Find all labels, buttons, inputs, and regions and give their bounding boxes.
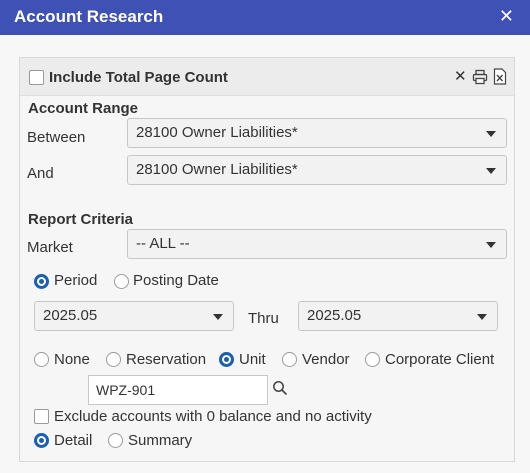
panel-header: Include Total Page Count ✕ [20, 58, 514, 96]
exclude-zero-balance-label: Exclude accounts with 0 balance and no a… [54, 408, 372, 425]
summary-label: Summary [128, 432, 193, 449]
unit-search-input[interactable] [88, 375, 268, 405]
and-label: And [27, 165, 54, 182]
filter-unit-radio[interactable] [219, 352, 234, 367]
period-thru-select[interactable]: 2025.05 [298, 301, 498, 331]
filter-unit-label: Unit [239, 351, 266, 368]
period-label: Period [54, 272, 98, 289]
thru-label: Thru [248, 310, 279, 327]
chevron-down-icon [477, 314, 487, 320]
search-icon[interactable] [272, 380, 288, 401]
clear-icon[interactable]: ✕ [454, 67, 467, 85]
period-from-value: 2025.05 [43, 307, 98, 324]
market-label: Market [27, 239, 73, 256]
and-account-select[interactable]: 28100 Owner Liabilities* [127, 155, 507, 185]
filter-vendor-radio[interactable] [282, 352, 297, 367]
posting-date-radio[interactable] [114, 274, 129, 289]
market-value: -- ALL -- [136, 235, 190, 252]
include-total-page-count-label: Include Total Page Count [49, 69, 228, 86]
filter-vendor-label: Vendor [302, 351, 350, 368]
chevron-down-icon [486, 168, 496, 174]
include-total-page-count-checkbox[interactable] [29, 70, 44, 85]
filter-reservation-radio[interactable] [106, 352, 121, 367]
summary-radio[interactable] [108, 433, 123, 448]
filter-reservation-label: Reservation [126, 351, 207, 368]
exclude-zero-balance-checkbox[interactable] [34, 409, 49, 424]
filter-none-label: None [54, 351, 90, 368]
filter-none-radio[interactable] [34, 352, 49, 367]
period-thru-value: 2025.05 [307, 307, 362, 324]
and-account-value: 28100 Owner Liabilities* [136, 161, 298, 178]
title-bar: Account Research ✕ [0, 0, 530, 35]
chevron-down-icon [486, 131, 496, 137]
market-select[interactable]: -- ALL -- [127, 229, 507, 259]
report-criteria-heading: Report Criteria [28, 211, 134, 228]
excel-export-icon[interactable] [493, 68, 507, 90]
detail-label: Detail [54, 432, 93, 449]
period-from-select[interactable]: 2025.05 [34, 301, 234, 331]
between-account-select[interactable]: 28100 Owner Liabilities* [127, 118, 507, 148]
detail-radio[interactable] [34, 433, 49, 448]
posting-date-label: Posting Date [133, 272, 219, 289]
period-radio[interactable] [34, 274, 49, 289]
filter-corporate-client-label: Corporate Client [385, 351, 495, 368]
print-icon[interactable] [472, 69, 488, 90]
filter-corporate-client-radio[interactable] [365, 352, 380, 367]
report-panel: Include Total Page Count ✕ Account Range… [19, 57, 515, 462]
close-icon[interactable]: ✕ [499, 6, 514, 27]
between-account-value: 28100 Owner Liabilities* [136, 124, 298, 141]
chevron-down-icon [213, 314, 223, 320]
window-title: Account Research [14, 7, 164, 26]
account-range-heading: Account Range [28, 100, 139, 117]
between-label: Between [27, 129, 86, 146]
chevron-down-icon [486, 242, 496, 248]
